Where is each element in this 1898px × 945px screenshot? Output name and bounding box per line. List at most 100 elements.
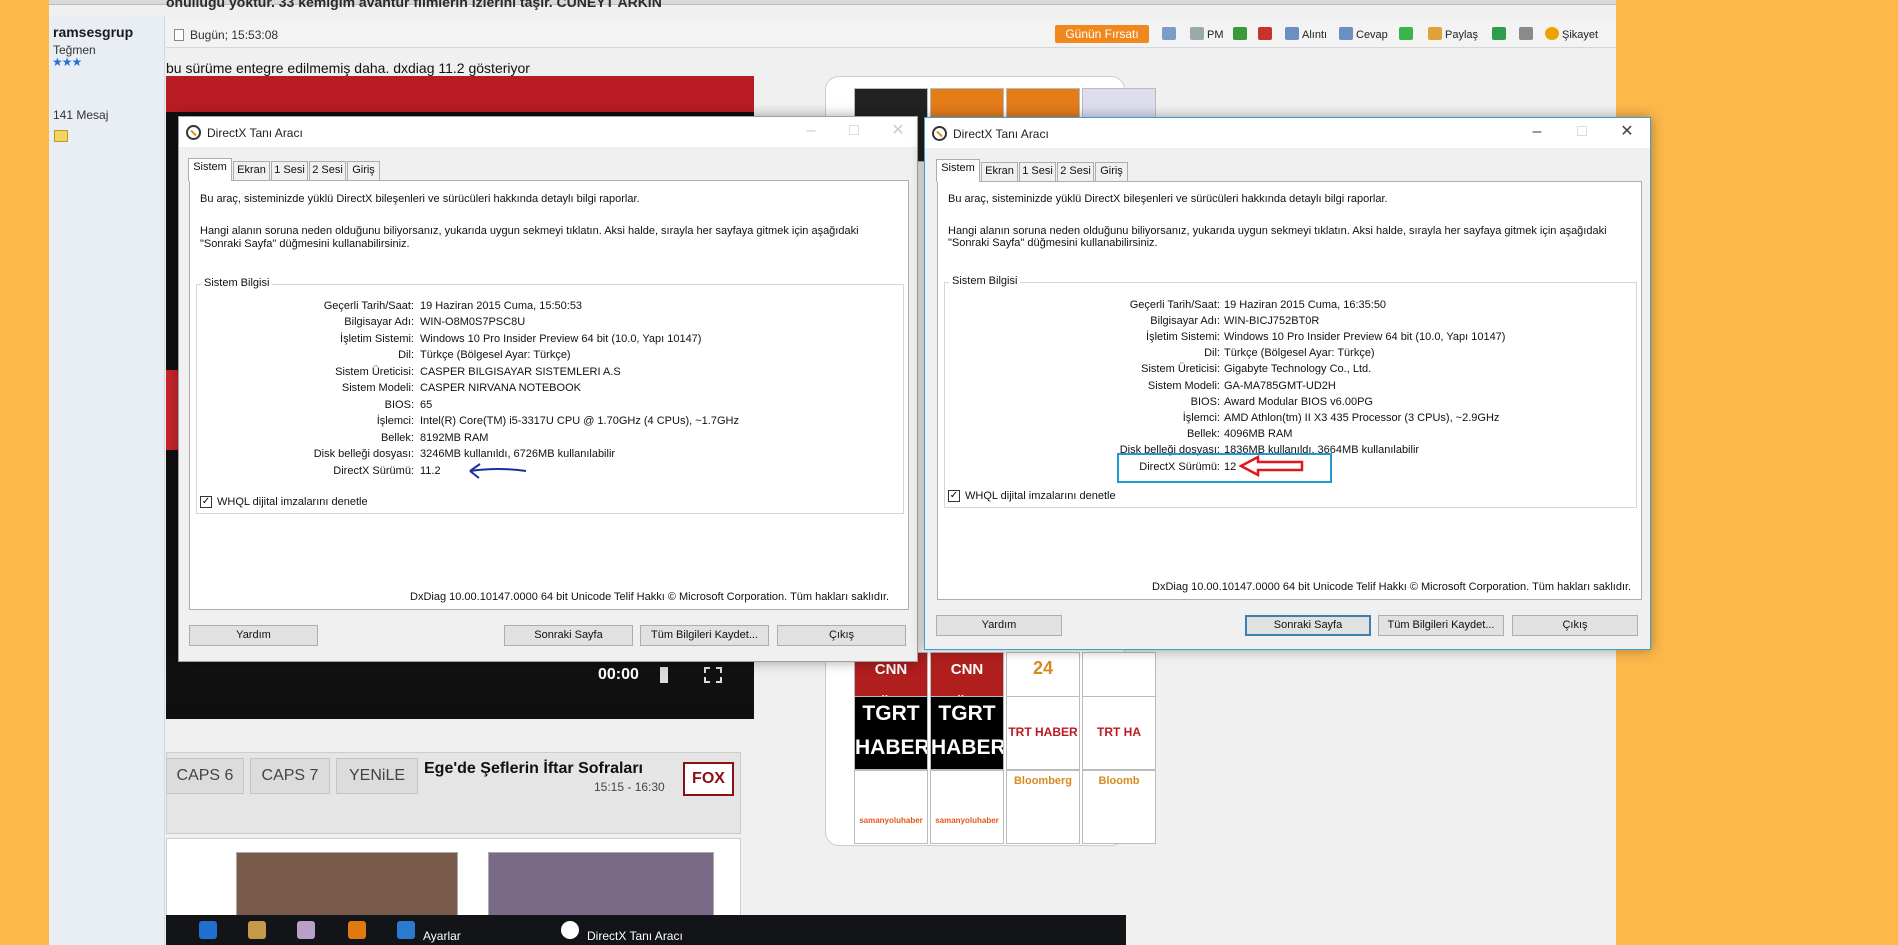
complaint-label: Şikayet bbox=[1562, 29, 1599, 41]
row-label: BIOS: bbox=[384, 399, 414, 411]
whql-checkbox[interactable]: ✓ bbox=[200, 496, 212, 508]
row-value: CASPER BILGISAYAR SISTEMLERI A.S bbox=[420, 366, 621, 378]
caps-6-button[interactable]: CAPS 6 bbox=[166, 758, 244, 794]
channel-tile-tgrt[interactable]: TGRT HABER bbox=[930, 696, 1004, 770]
next-page-button[interactable]: Sonraki Sayfa bbox=[1245, 615, 1371, 636]
exit-button[interactable]: Çıkış bbox=[777, 625, 906, 646]
thread-title-strip: önüllüğü yoktur. 33 kemiğim avantür film… bbox=[166, 0, 1616, 12]
directx-window-2: DirectX Tanı Aracı – □ ✕ Sistem Ekran 1 … bbox=[924, 117, 1651, 650]
plus-icon[interactable] bbox=[1399, 27, 1416, 41]
player-time: 00:00 bbox=[598, 666, 639, 683]
whql-label: WHQL dijital imzalarını denetle bbox=[965, 490, 1116, 502]
video-header bbox=[166, 76, 754, 112]
tab-2-sesi[interactable]: 2 Sesi bbox=[309, 161, 346, 180]
print-icon[interactable] bbox=[1519, 27, 1536, 41]
channel-tile-trt[interactable]: TRT HABER bbox=[1006, 696, 1080, 770]
tab-1-sesi[interactable]: 1 Sesi bbox=[1019, 162, 1056, 181]
intro-text: "Sonraki Sayfa" düğmesini kullanabilirsi… bbox=[948, 237, 1158, 249]
row-label: İşletim Sistemi: bbox=[340, 333, 414, 345]
fullscreen-icon[interactable] bbox=[704, 667, 722, 683]
maximize-icon[interactable]: □ bbox=[1570, 122, 1594, 144]
complaint-button[interactable]: Şikayet bbox=[1545, 27, 1598, 41]
help-button[interactable]: Yardım bbox=[936, 615, 1062, 636]
exit-button[interactable]: Çıkış bbox=[1512, 615, 1638, 636]
share-icon[interactable] bbox=[1492, 27, 1509, 41]
app-icon[interactable] bbox=[297, 921, 315, 939]
help-button[interactable]: Yardım bbox=[189, 625, 318, 646]
whql-checkbox[interactable]: ✓ bbox=[948, 490, 960, 502]
intro-text: Bu araç, sisteminizde yüklü DirectX bile… bbox=[948, 193, 1388, 205]
copyright-text: DxDiag 10.00.10147.0000 64 bit Unicode T… bbox=[410, 591, 890, 603]
firsat-button[interactable]: Günün Fırsatı bbox=[1055, 25, 1149, 43]
report-icon[interactable] bbox=[1162, 27, 1179, 41]
row-label: Sistem Modeli: bbox=[1147, 380, 1220, 392]
tab-ekran[interactable]: Ekran bbox=[233, 161, 270, 180]
row-value: CASPER NIRVANA NOTEBOOK bbox=[420, 382, 581, 394]
save-all-button[interactable]: Tüm Bilgileri Kaydet... bbox=[640, 625, 769, 646]
directx-icon bbox=[186, 125, 201, 140]
tab-sistem[interactable]: Sistem bbox=[936, 159, 980, 182]
tab-1-sesi[interactable]: 1 Sesi bbox=[271, 161, 308, 180]
title-bar[interactable]: DirectX Tanı Aracı – □ ✕ bbox=[179, 117, 917, 147]
taskbar-directx-label[interactable]: DirectX Tanı Aracı bbox=[587, 929, 683, 943]
intro-text: Bu araç, sisteminizde yüklü DirectX bile… bbox=[200, 193, 640, 205]
pm-button[interactable]: PM bbox=[1190, 27, 1224, 41]
directx-icon[interactable] bbox=[561, 921, 579, 939]
window-title: DirectX Tanı Aracı bbox=[207, 126, 303, 140]
tab-ekran[interactable]: Ekran bbox=[981, 162, 1018, 181]
tab-content: Bu araç, sisteminizde yüklü DirectX bile… bbox=[189, 180, 909, 610]
row-value: Award Modular BIOS v6.00PG bbox=[1224, 396, 1373, 408]
directx-version-value: 12 bbox=[1224, 461, 1237, 473]
title-bar[interactable]: DirectX Tanı Aracı – □ ✕ bbox=[925, 118, 1650, 148]
channel-tile-tgrt[interactable]: TGRT HABER bbox=[854, 696, 928, 770]
row-label: Geçerli Tarih/Saat: bbox=[323, 300, 414, 312]
vlc-icon[interactable] bbox=[348, 921, 366, 939]
window-title: DirectX Tanı Aracı bbox=[953, 127, 1049, 141]
row-value: 19 Haziran 2015 Cuma, 15:50:53 bbox=[420, 300, 583, 312]
tab-sistem[interactable]: Sistem bbox=[188, 158, 232, 181]
channel-tile-bloomberg[interactable]: Bloomb bbox=[1082, 770, 1156, 844]
refresh-button[interactable]: YENiLE bbox=[336, 758, 418, 794]
tab-content: Bu araç, sisteminizde yüklü DirectX bile… bbox=[937, 181, 1642, 600]
reply-button[interactable]: Cevap bbox=[1339, 27, 1388, 41]
close-icon[interactable]: ✕ bbox=[886, 121, 910, 143]
row-label: İşletim Sistemi: bbox=[1146, 331, 1220, 343]
username[interactable]: ramsesgrup bbox=[53, 24, 133, 40]
row-label: İşlemci: bbox=[1182, 412, 1220, 424]
directx-window-1: DirectX Tanı Aracı – □ ✕ Sistem Ekran 1 … bbox=[178, 116, 918, 662]
quote-button[interactable]: Alıntı bbox=[1285, 27, 1327, 41]
paint-icon[interactable] bbox=[248, 921, 266, 939]
thread-quote-text: önüllüğü yoktur. 33 kemiğim avantür film… bbox=[166, 0, 662, 10]
add-user-icon[interactable] bbox=[1233, 27, 1250, 41]
next-page-button[interactable]: Sonraki Sayfa bbox=[504, 625, 633, 646]
channel-tile-samanyolu[interactable]: samanyoluhaber bbox=[854, 770, 928, 844]
volume-icon[interactable] bbox=[660, 667, 678, 683]
store-icon[interactable] bbox=[199, 921, 217, 939]
settings-icon[interactable] bbox=[397, 921, 415, 939]
tab-2-sesi[interactable]: 2 Sesi bbox=[1057, 162, 1094, 181]
channel-tile-samanyolu[interactable]: samanyoluhaber bbox=[930, 770, 1004, 844]
taskbar-settings-label[interactable]: Ayarlar bbox=[423, 929, 461, 943]
tab-giris[interactable]: Giriş bbox=[1095, 162, 1128, 181]
channel-tile-trt[interactable]: TRT HA bbox=[1082, 696, 1156, 770]
directx-version-value: 11.2 bbox=[420, 465, 441, 477]
intro-text: Hangi alanın soruna neden olduğunu biliy… bbox=[948, 225, 1607, 237]
whql-label: WHQL dijital imzalarını denetle bbox=[217, 496, 368, 508]
minimize-icon[interactable]: – bbox=[799, 121, 823, 143]
row-value: Gigabyte Technology Co., Ltd. bbox=[1224, 363, 1372, 375]
like-icon[interactable] bbox=[1258, 27, 1275, 41]
row-label: Bellek: bbox=[380, 432, 414, 444]
row-label: Geçerli Tarih/Saat: bbox=[1129, 299, 1220, 311]
close-icon[interactable]: ✕ bbox=[1615, 122, 1639, 144]
rank-stars: ★★★ bbox=[52, 55, 82, 69]
share-button[interactable]: Paylaş bbox=[1428, 27, 1478, 41]
maximize-icon[interactable]: □ bbox=[842, 121, 866, 143]
tab-giris[interactable]: Giriş bbox=[347, 161, 380, 180]
reply-label: Cevap bbox=[1356, 29, 1388, 41]
copyright-text: DxDiag 10.00.10147.0000 64 bit Unicode T… bbox=[1152, 581, 1632, 593]
row-value: 8192MB RAM bbox=[420, 432, 489, 444]
caps-7-button[interactable]: CAPS 7 bbox=[250, 758, 330, 794]
minimize-icon[interactable]: – bbox=[1525, 122, 1549, 144]
save-all-button[interactable]: Tüm Bilgileri Kaydet... bbox=[1378, 615, 1504, 636]
channel-tile-bloomberg[interactable]: Bloomberg bbox=[1006, 770, 1080, 844]
